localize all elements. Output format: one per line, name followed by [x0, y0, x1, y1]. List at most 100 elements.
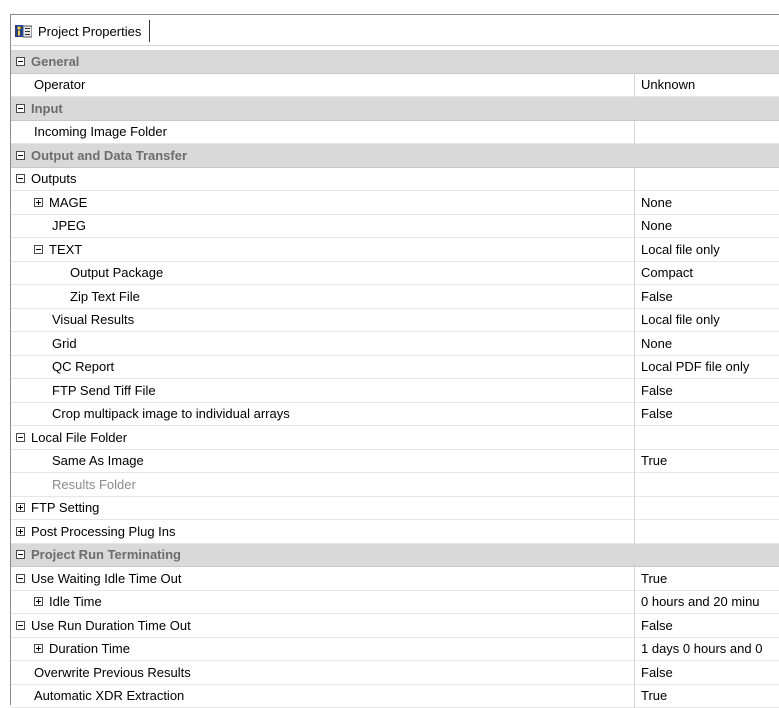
property-value-cell[interactable]: [635, 473, 779, 497]
property-name-cell[interactable]: JPEG: [11, 215, 635, 239]
collapse-minus-icon[interactable]: [16, 574, 25, 583]
property-name-cell[interactable]: Zip Text File: [11, 285, 635, 309]
property-name-cell[interactable]: TEXT: [11, 238, 635, 262]
property-value-cell[interactable]: [635, 497, 779, 521]
property-value-cell[interactable]: False: [635, 403, 779, 427]
category-row[interactable]: Project Run Terminating: [11, 544, 779, 568]
property-row[interactable]: Use Run Duration Time OutFalse: [11, 614, 779, 638]
expand-plus-icon[interactable]: [34, 644, 43, 653]
property-row[interactable]: Output PackageCompact: [11, 262, 779, 286]
property-row[interactable]: Incoming Image Folder: [11, 121, 779, 145]
property-value-cell[interactable]: [635, 520, 779, 544]
property-row[interactable]: FTP Setting: [11, 497, 779, 521]
property-name-cell[interactable]: Visual Results: [11, 309, 635, 333]
property-row[interactable]: Zip Text FileFalse: [11, 285, 779, 309]
property-value-cell[interactable]: Local file only: [635, 238, 779, 262]
property-name-cell[interactable]: Post Processing Plug Ins: [11, 520, 635, 544]
tab-bar: Project Properties: [11, 15, 779, 46]
property-row[interactable]: Outputs: [11, 168, 779, 192]
expand-plus-icon[interactable]: [16, 503, 25, 512]
collapse-minus-icon[interactable]: [16, 433, 25, 442]
expand-plus-icon[interactable]: [34, 198, 43, 207]
property-row[interactable]: GridNone: [11, 332, 779, 356]
property-value-cell[interactable]: Local file only: [635, 309, 779, 333]
property-label: FTP Setting: [31, 500, 99, 515]
property-value-cell[interactable]: 1 days 0 hours and 0: [635, 638, 779, 662]
property-name-cell[interactable]: Input: [11, 97, 779, 121]
property-name-cell[interactable]: Incoming Image Folder: [11, 121, 635, 145]
property-value-cell[interactable]: None: [635, 191, 779, 215]
property-name-cell[interactable]: General: [11, 50, 779, 74]
property-name-cell[interactable]: Output Package: [11, 262, 635, 286]
property-row[interactable]: Same As ImageTrue: [11, 450, 779, 474]
property-value-cell[interactable]: False: [635, 614, 779, 638]
property-name-cell[interactable]: Output and Data Transfer: [11, 144, 779, 168]
collapse-minus-icon[interactable]: [16, 151, 25, 160]
property-value-cell[interactable]: None: [635, 215, 779, 239]
property-value-cell[interactable]: Local PDF file only: [635, 356, 779, 380]
category-label: General: [31, 54, 79, 69]
property-name-cell[interactable]: Operator: [11, 74, 635, 98]
property-value-cell[interactable]: 0 hours and 20 minu: [635, 591, 779, 615]
property-value-cell[interactable]: Compact: [635, 262, 779, 286]
property-value-cell[interactable]: True: [635, 450, 779, 474]
collapse-minus-icon[interactable]: [16, 621, 25, 630]
property-name-cell[interactable]: Idle Time: [11, 591, 635, 615]
property-value-cell[interactable]: False: [635, 379, 779, 403]
property-row[interactable]: TEXTLocal file only: [11, 238, 779, 262]
property-name-cell[interactable]: Duration Time: [11, 638, 635, 662]
property-row[interactable]: Overwrite Previous ResultsFalse: [11, 661, 779, 685]
property-row[interactable]: OperatorUnknown: [11, 74, 779, 98]
property-value-cell[interactable]: [635, 426, 779, 450]
property-row[interactable]: Results Folder: [11, 473, 779, 497]
property-value-cell[interactable]: False: [635, 661, 779, 685]
property-name-cell[interactable]: Local File Folder: [11, 426, 635, 450]
property-row[interactable]: Automatic XDR Extraction True: [11, 685, 779, 708]
property-value-cell[interactable]: None: [635, 332, 779, 356]
property-name-cell[interactable]: Results Folder: [11, 473, 635, 497]
property-row[interactable]: Visual ResultsLocal file only: [11, 309, 779, 333]
expand-plus-icon[interactable]: [16, 527, 25, 536]
category-row[interactable]: Input: [11, 97, 779, 121]
property-row[interactable]: JPEGNone: [11, 215, 779, 239]
collapse-minus-icon[interactable]: [16, 550, 25, 559]
property-name-cell[interactable]: Use Run Duration Time Out: [11, 614, 635, 638]
category-row[interactable]: Output and Data Transfer: [11, 144, 779, 168]
property-name-cell[interactable]: Crop multipack image to individual array…: [11, 403, 635, 427]
property-row[interactable]: Use Waiting Idle Time OutTrue: [11, 567, 779, 591]
property-value-cell[interactable]: False: [635, 285, 779, 309]
property-name-cell[interactable]: FTP Setting: [11, 497, 635, 521]
property-label: Automatic XDR Extraction: [34, 688, 184, 703]
category-row[interactable]: General: [11, 50, 779, 74]
collapse-minus-icon[interactable]: [16, 57, 25, 66]
property-row[interactable]: Idle Time0 hours and 20 minu: [11, 591, 779, 615]
property-name-cell[interactable]: Outputs: [11, 168, 635, 192]
property-label: Outputs: [31, 171, 77, 186]
property-name-cell[interactable]: MAGE: [11, 191, 635, 215]
property-value-cell[interactable]: [635, 168, 779, 192]
tab-project-properties[interactable]: Project Properties: [15, 20, 150, 42]
property-name-cell[interactable]: Same As Image: [11, 450, 635, 474]
collapse-minus-icon[interactable]: [34, 245, 43, 254]
property-name-cell[interactable]: Grid: [11, 332, 635, 356]
property-name-cell[interactable]: FTP Send Tiff File: [11, 379, 635, 403]
collapse-minus-icon[interactable]: [16, 174, 25, 183]
property-name-cell[interactable]: Project Run Terminating: [11, 544, 779, 568]
collapse-minus-icon[interactable]: [16, 104, 25, 113]
property-row[interactable]: FTP Send Tiff FileFalse: [11, 379, 779, 403]
property-row[interactable]: Post Processing Plug Ins: [11, 520, 779, 544]
property-name-cell[interactable]: Use Waiting Idle Time Out: [11, 567, 635, 591]
property-value-cell[interactable]: [635, 121, 779, 145]
property-value-cell[interactable]: True: [635, 567, 779, 591]
property-name-cell[interactable]: Overwrite Previous Results: [11, 661, 635, 685]
property-row[interactable]: MAGENone: [11, 191, 779, 215]
property-row[interactable]: QC ReportLocal PDF file only: [11, 356, 779, 380]
property-row[interactable]: Local File Folder: [11, 426, 779, 450]
property-value-cell[interactable]: Unknown: [635, 74, 779, 98]
expand-plus-icon[interactable]: [34, 597, 43, 606]
property-row[interactable]: Crop multipack image to individual array…: [11, 403, 779, 427]
property-name-cell[interactable]: QC Report: [11, 356, 635, 380]
property-row[interactable]: Duration Time1 days 0 hours and 0: [11, 638, 779, 662]
property-value-cell[interactable]: True: [635, 685, 779, 708]
property-name-cell[interactable]: Automatic XDR Extraction: [11, 685, 635, 708]
